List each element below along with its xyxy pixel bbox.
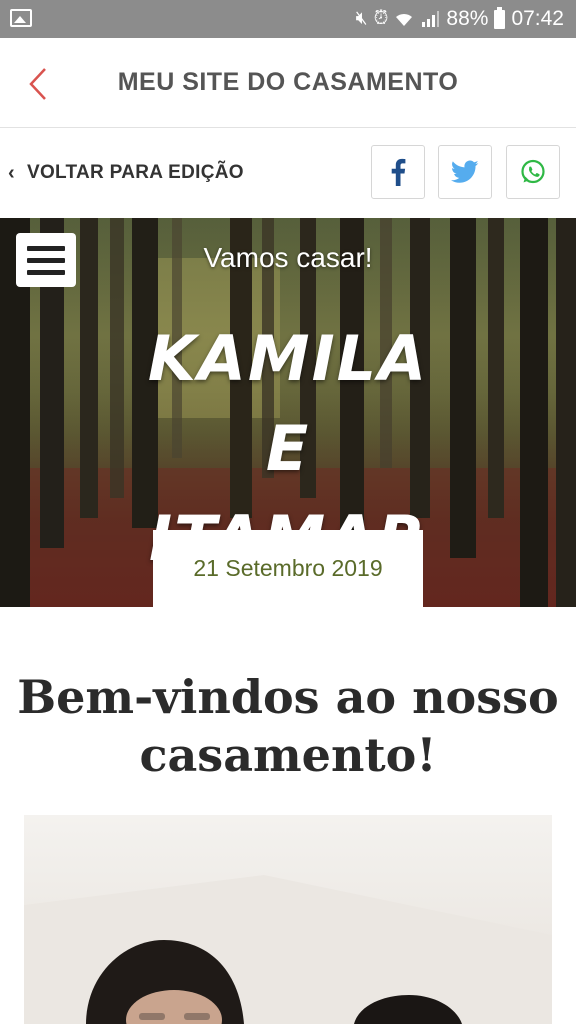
battery-icon xyxy=(494,6,506,29)
alarm-icon: ⏰︎ xyxy=(373,8,389,29)
hero-tagline: Vamos casar! xyxy=(203,242,373,273)
return-to-edit-label: VOLTAR PARA EDIÇÃO xyxy=(26,162,244,183)
hero-banner: Vamos casar! KAMILA E ITAMAR 21 Setembro… xyxy=(0,218,576,607)
return-to-edit-link[interactable]: ‹ VOLTAR PARA EDIÇÃO xyxy=(8,158,244,188)
share-facebook-button[interactable] xyxy=(371,145,425,199)
clock: 07:42 xyxy=(511,7,564,30)
mute-icon: 🔇︎ xyxy=(355,8,368,29)
page-title: MEU SITE DO CASAMENTO xyxy=(117,68,459,96)
couple-photo-image xyxy=(24,875,552,1024)
welcome-heading-line-2: casamento! xyxy=(139,728,437,782)
wedding-date: 21 Setembro 2019 xyxy=(153,530,423,607)
whatsapp-icon xyxy=(521,159,545,184)
welcome-heading-line-1: Bem-vindos ao nosso xyxy=(17,670,559,724)
share-twitter-button[interactable] xyxy=(438,145,492,199)
status-bar: 🔇︎ ⏰︎ 88% 07:42 xyxy=(0,0,576,38)
app-bar: MEU SITE DO CASAMENTO xyxy=(0,38,576,128)
share-whatsapp-button[interactable] xyxy=(506,145,560,199)
signal-icon xyxy=(422,11,440,27)
chevron-left-icon: ‹ xyxy=(8,161,15,184)
wifi-icon xyxy=(396,13,413,26)
twitter-icon xyxy=(451,160,479,183)
battery-percent: 88% xyxy=(446,7,489,30)
couple-names-line-1: KAMILA E xyxy=(147,322,429,485)
gallery-icon xyxy=(10,9,32,27)
facebook-icon xyxy=(391,158,406,186)
status-icons: 🔇︎ ⏰︎ 88% 07:42 xyxy=(356,6,564,32)
couple-photo xyxy=(24,815,552,1024)
welcome-heading: Bem-vindos ao nosso casamento! xyxy=(0,668,576,784)
toolbar: ‹ VOLTAR PARA EDIÇÃO xyxy=(0,128,576,218)
